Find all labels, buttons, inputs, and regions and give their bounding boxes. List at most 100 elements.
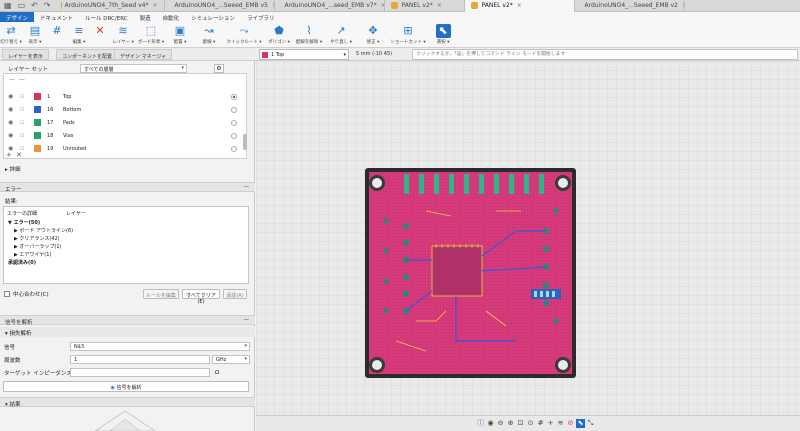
error-tree-item[interactable]: ▶ オーバーラップ(1) xyxy=(14,243,61,250)
error-tree-item[interactable]: 承認済み(0) xyxy=(8,259,36,266)
gear-icon[interactable]: ⚙ xyxy=(214,64,224,73)
impedance-input[interactable] xyxy=(70,368,210,377)
undo-icon[interactable]: ↶ xyxy=(31,1,38,10)
error-tree-item[interactable]: ▶ クリアランス(42) xyxy=(14,235,60,242)
ribbon-tab[interactable]: ルール DRC/ERC xyxy=(79,12,134,22)
close-icon[interactable]: × xyxy=(437,2,442,9)
pcb-canvas[interactable] xyxy=(256,61,800,415)
lock-icon[interactable]: ⊡ xyxy=(20,120,30,126)
layer-tool[interactable]: ≋ レイヤー ▾ xyxy=(110,22,136,48)
zoom-fit-icon[interactable]: ⊡ xyxy=(516,419,525,428)
document-tab[interactable]: ArduinoUNO4_...seed_EMB v7*× xyxy=(275,0,385,12)
signal-dropdown[interactable]: N$3 xyxy=(70,342,250,351)
modify-tool[interactable]: ✥ 修正 ▾ xyxy=(358,22,388,48)
approve-button[interactable]: 承認(A) xyxy=(223,289,247,299)
ribbon-tab[interactable]: シミュレーション xyxy=(185,12,241,22)
board-outline-tool[interactable]: ⬚ ボード形状 ▾ xyxy=(138,22,164,48)
grid-tool[interactable]: # xyxy=(48,22,66,48)
layer-active-radio[interactable] xyxy=(231,132,237,139)
clear-all-button[interactable]: すべてクリア(E) xyxy=(182,289,220,305)
lock-icon[interactable]: ⊡ xyxy=(20,94,30,100)
document-tab[interactable]: ArduinoUNO4_...Seeed_EMB v5× xyxy=(165,0,275,12)
close-icon[interactable]: × xyxy=(153,2,158,9)
errors-header[interactable]: エラー — xyxy=(0,182,255,193)
display-tool[interactable]: ▤ 表示 ▾ xyxy=(24,22,46,48)
layer-set-dropdown[interactable]: すべての層層 xyxy=(80,64,187,73)
ribbon-tab[interactable]: 自動化 xyxy=(157,12,186,22)
shortcut-tool[interactable]: ⊞ ショートカット ▾ xyxy=(390,22,426,48)
switch-tool[interactable]: ⇄ 切り替え ▾ xyxy=(0,22,22,48)
error-tree-item[interactable]: ▶ エアワイヤ(1) xyxy=(14,251,51,258)
lock-icon[interactable]: ⊡ xyxy=(20,107,30,113)
zoom-out-icon[interactable]: ⊖ xyxy=(496,419,505,428)
panel-tab-place-components[interactable]: コンポーネントを配置 xyxy=(56,49,119,60)
document-tab[interactable]: PANEL v2* × xyxy=(464,0,575,12)
save-icon[interactable]: ▭ xyxy=(18,1,26,10)
add-layer-icon[interactable]: + xyxy=(6,151,12,159)
redo-icon[interactable]: ↷ xyxy=(44,1,51,10)
zoom-in-icon[interactable]: ⊕ xyxy=(506,419,515,428)
active-layer-select[interactable]: 1 Top ▾ xyxy=(259,49,349,60)
minimize-icon[interactable]: — xyxy=(244,317,250,323)
analyze-signal-button[interactable]: ◉ 信号を解析 xyxy=(3,381,249,392)
eye-icon[interactable]: ◉ xyxy=(8,106,16,113)
info-icon[interactable]: ⓘ xyxy=(476,419,485,428)
unroute-tool[interactable]: ⌇ 配線を解除 ▾ xyxy=(294,22,324,48)
layer-row[interactable]: ◉ ⊡ 16 Bottom xyxy=(4,103,247,116)
signal-analysis-header[interactable]: 信号を解析 — xyxy=(0,315,255,326)
loss-analysis-section[interactable]: ▾ 損失解析 xyxy=(0,327,255,337)
route-tool[interactable]: ↝ 配線 ▾ xyxy=(196,22,222,48)
minimize-icon[interactable]: — xyxy=(244,184,250,190)
place-tool[interactable]: ▣ 配置 ▾ xyxy=(166,22,194,48)
polygon-tool[interactable]: ⬟ ポリゴン ▾ xyxy=(266,22,292,48)
layer-icon[interactable]: ≋ xyxy=(556,419,565,428)
layer-active-radio[interactable] xyxy=(231,106,237,113)
ribbon-tab[interactable]: ドキュメント xyxy=(34,12,79,22)
eye-icon[interactable]: ◉ xyxy=(486,419,495,428)
close-icon[interactable]: × xyxy=(517,2,522,9)
center-checkbox[interactable] xyxy=(4,291,10,297)
quick-route-tool[interactable]: ⤳ クイックルート ▾ xyxy=(224,22,264,48)
eye-icon[interactable]: ◉ xyxy=(8,132,16,139)
pcb-board[interactable] xyxy=(256,61,800,415)
cursor-icon[interactable]: ⬉ xyxy=(576,419,585,428)
panel-tab-layers[interactable]: レイヤーを表示 xyxy=(2,49,49,60)
document-tab[interactable]: ArduinoUNO4_...Seeed_EMB v2 × xyxy=(575,0,685,12)
grid-menu-icon[interactable]: ▦ xyxy=(4,1,12,10)
panel-tab-design-manager[interactable]: デザイン マネージャ xyxy=(114,49,173,60)
layer-row[interactable]: ◉ ⊡ 19 Unrouted xyxy=(4,142,247,155)
frequency-unit-dropdown[interactable]: GHz xyxy=(212,355,250,364)
grid-icon[interactable]: # xyxy=(536,419,545,428)
select-tool[interactable]: ⬉ 選択 ▾ xyxy=(432,22,454,48)
command-line-input[interactable] xyxy=(412,49,798,60)
ribbon-tab[interactable]: 製造 xyxy=(134,12,157,22)
frequency-input[interactable]: 1 xyxy=(70,355,210,364)
remove-layer-icon[interactable]: ✕ xyxy=(16,151,22,159)
details-toggle[interactable]: ▸ 詳細 xyxy=(5,165,21,173)
ribbon-tab[interactable]: デザイン xyxy=(0,12,35,22)
redo-route-tool[interactable]: ↗ やり直し ▾ xyxy=(326,22,356,48)
document-tab[interactable]: ArduinoUNO4_7th_Seed v4* × xyxy=(55,0,165,12)
layer-row[interactable]: ◉ ⊡ 1 Top xyxy=(4,90,247,103)
plus-icon[interactable]: + xyxy=(546,419,555,428)
ribbon-tab[interactable]: ライブラリ xyxy=(241,12,281,22)
zoom-select-icon[interactable]: ⊙ xyxy=(526,419,535,428)
layer-row[interactable]: ◉ ⊡ 18 Vias xyxy=(4,129,247,142)
error-tree-item[interactable]: ▼ エラー(50) xyxy=(8,219,40,226)
layer-row[interactable]: ◉ ⊡ 17 Pads xyxy=(4,116,247,129)
edit-rules-button[interactable]: ルールを編集 xyxy=(143,289,179,299)
eye-icon[interactable]: ◉ xyxy=(8,93,16,100)
layer-active-radio[interactable] xyxy=(231,145,237,152)
measure-icon[interactable]: ⤡ xyxy=(586,419,595,428)
edit-tool[interactable]: ≡ 編集 ▾ xyxy=(68,22,90,48)
results-section-header[interactable]: ▾ 結果 xyxy=(0,397,255,408)
error-tree-item[interactable]: ▶ ボード アウトライン(6) xyxy=(14,227,73,234)
eye-icon[interactable]: ◉ xyxy=(8,119,16,126)
document-tab[interactable]: PANEL v2* × xyxy=(385,0,465,12)
close-icon[interactable]: × xyxy=(682,2,684,9)
layer-active-radio[interactable] xyxy=(231,119,237,126)
delete-tool[interactable]: ✕ xyxy=(92,22,108,48)
lock-icon[interactable]: ⊡ xyxy=(20,133,30,139)
layer-list-scrollbar[interactable] xyxy=(243,134,247,150)
layer-active-radio[interactable] xyxy=(231,93,237,100)
